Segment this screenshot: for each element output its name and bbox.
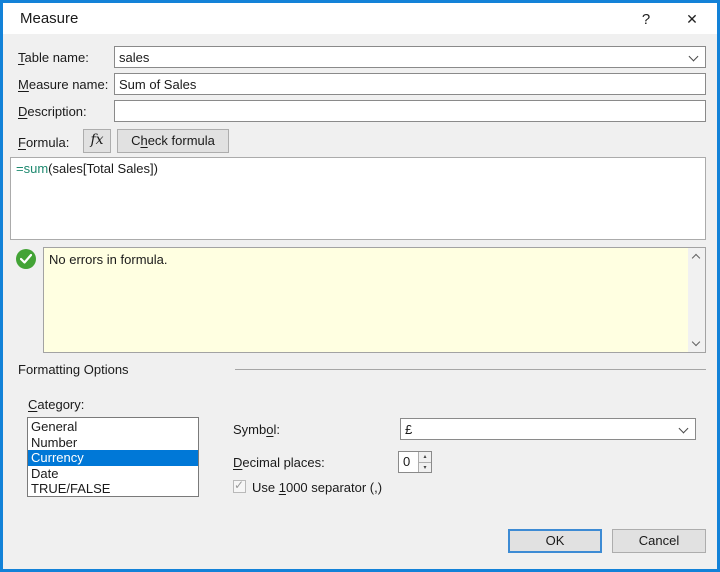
close-icon[interactable]: ✕ — [677, 7, 707, 32]
cancel-button[interactable]: Cancel — [612, 529, 706, 553]
category-option-date[interactable]: Date — [28, 466, 198, 482]
formula-label: Formula: — [18, 135, 70, 150]
formatting-options-title: Formatting Options — [18, 362, 129, 377]
scroll-up-icon[interactable] — [688, 248, 705, 265]
help-icon[interactable]: ? — [631, 7, 661, 32]
category-option-general[interactable]: General — [28, 419, 198, 435]
checkmark-icon: ✓ — [234, 478, 245, 492]
scroll-down-icon[interactable] — [688, 335, 705, 352]
spin-up-icon[interactable]: ▴ — [419, 452, 431, 462]
validation-message-box: No errors in formula. — [43, 247, 706, 353]
symbol-value: £ — [405, 422, 413, 437]
success-check-icon — [16, 249, 36, 269]
description-input[interactable] — [114, 100, 706, 122]
message-scrollbar[interactable] — [688, 248, 705, 352]
section-divider — [235, 369, 706, 370]
symbol-label: Symbol: — [233, 422, 280, 437]
category-listbox[interactable]: General Number Currency Date TRUE/FALSE — [27, 417, 199, 497]
spin-down-icon[interactable]: ▾ — [419, 462, 431, 472]
table-name-label: Table name: — [18, 50, 89, 65]
thousand-separator-checkbox[interactable]: ✓ — [233, 478, 246, 493]
description-label: Description: — [18, 104, 87, 119]
decimal-places-value: 0 — [403, 454, 411, 469]
spinner-buttons: ▴ ▾ — [418, 452, 431, 472]
formula-text: (sales[Total Sales]) — [48, 161, 158, 176]
category-option-number[interactable]: Number — [28, 435, 198, 451]
table-name-combobox[interactable]: sales — [114, 46, 706, 68]
formula-keyword: =sum — [16, 161, 49, 176]
decimal-places-stepper[interactable]: 0 ▴ ▾ — [398, 451, 432, 473]
validation-message: No errors in formula. — [49, 252, 168, 267]
category-option-currency[interactable]: Currency — [28, 450, 198, 466]
decimal-places-label: Decimal places: — [233, 455, 325, 470]
check-formula-button[interactable]: Check formula — [117, 129, 229, 153]
chevron-down-icon — [678, 423, 689, 434]
formula-editor[interactable]: =sum(sales[Total Sales]) — [10, 157, 706, 240]
dialog-title: Measure — [20, 10, 79, 27]
category-label: Category: — [28, 397, 85, 412]
measure-dialog: Measure ? ✕ Table name: sales Measure na… — [0, 0, 720, 572]
title-bar: Measure ? ✕ — [3, 3, 717, 34]
measure-name-input[interactable] — [114, 73, 706, 95]
ok-button[interactable]: OK — [508, 529, 602, 553]
insert-function-button[interactable]: fx — [83, 129, 111, 153]
measure-name-label: Measure name: — [18, 77, 109, 92]
chevron-down-icon — [688, 51, 699, 62]
fx-icon: fx — [90, 132, 104, 148]
table-name-value: sales — [119, 50, 150, 65]
category-option-true-false[interactable]: TRUE/FALSE — [28, 481, 198, 496]
thousand-separator-label: Use 1000 separator (,) — [252, 480, 383, 495]
symbol-combobox[interactable]: £ — [400, 418, 696, 440]
